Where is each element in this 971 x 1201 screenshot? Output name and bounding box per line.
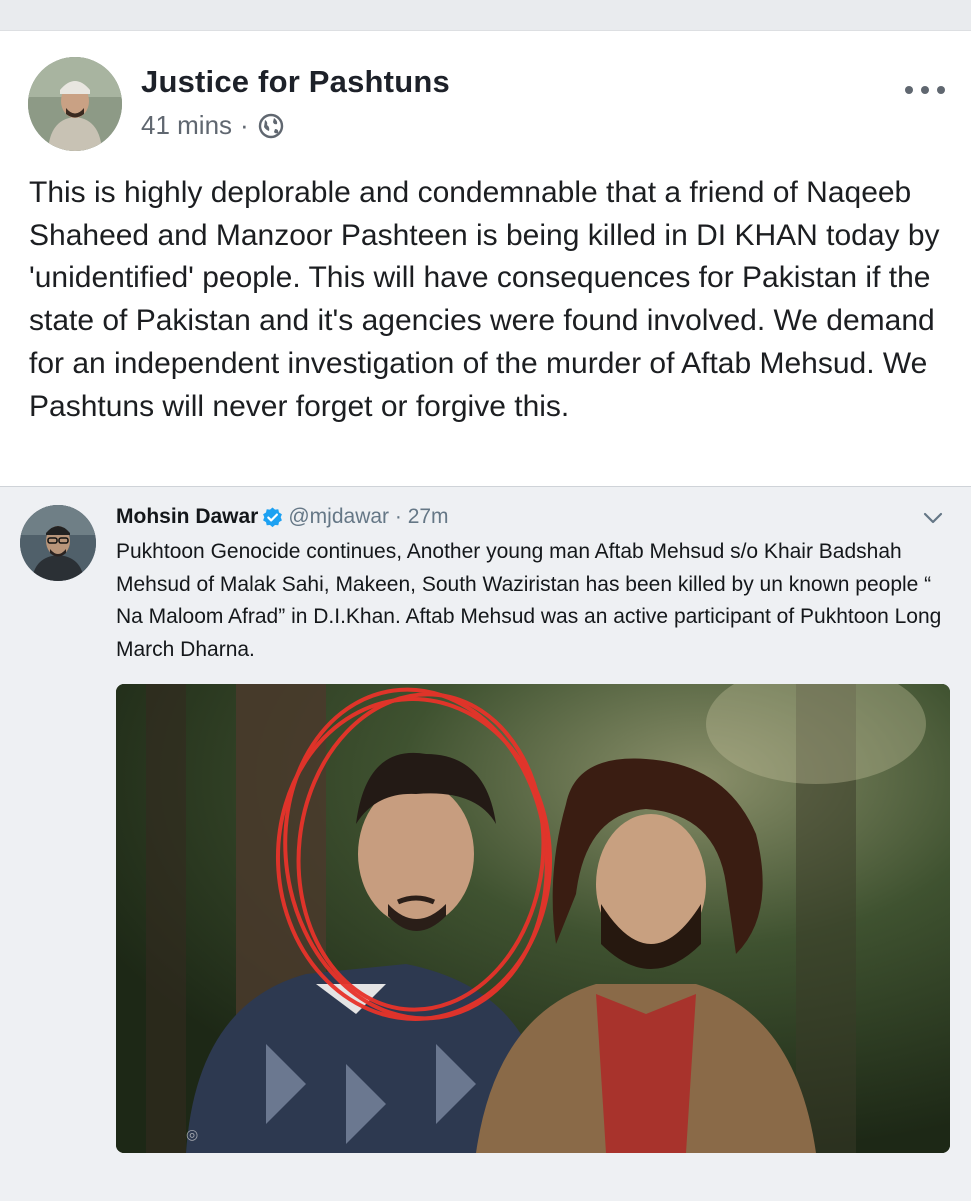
tweet-photo[interactable]: ◎	[116, 684, 950, 1153]
post-text: This is highly deplorable and condemnabl…	[29, 176, 940, 423]
feed-top-bar	[0, 0, 971, 31]
tweet-author-name[interactable]: Mohsin Dawar	[116, 505, 258, 529]
tweet-text: Pukhtoon Genocide continues, Another you…	[116, 540, 942, 661]
svg-text:◎: ◎	[186, 1127, 198, 1143]
post-timestamp[interactable]: 41 mins	[141, 110, 232, 141]
tweet-header: Mohsin Dawar @mjdawar · 27m	[116, 505, 449, 529]
tweet-handle-time[interactable]: @mjdawar · 27m	[288, 505, 448, 529]
chevron-down-icon[interactable]	[920, 508, 946, 528]
globe-icon[interactable]	[257, 112, 285, 140]
page-avatar[interactable]	[28, 57, 122, 151]
meta-separator: ·	[240, 110, 249, 140]
post-meta: 41 mins ·	[141, 110, 285, 141]
more-options-icon[interactable]	[905, 80, 945, 100]
page-name[interactable]: Justice for Pashtuns	[141, 64, 450, 100]
tweet-author-avatar[interactable]	[20, 505, 96, 581]
verified-badge-icon	[262, 507, 283, 528]
